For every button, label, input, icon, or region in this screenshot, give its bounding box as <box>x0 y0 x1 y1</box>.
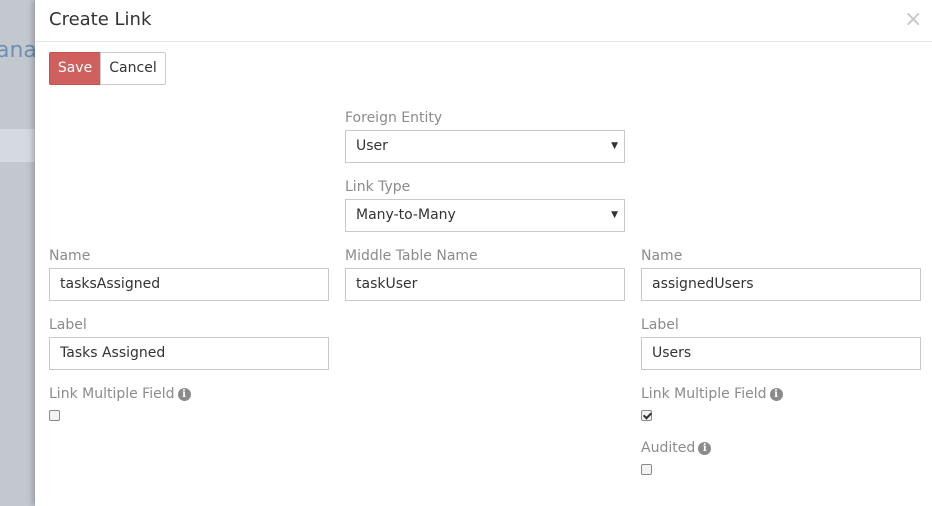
foreign-entity-label: Foreign Entity <box>345 110 443 126</box>
middle-table-input[interactable]: taskUser <box>345 268 625 301</box>
left-label-input[interactable]: Tasks Assigned <box>49 337 329 370</box>
info-icon[interactable]: i <box>698 442 712 455</box>
right-name-input[interactable]: assignedUsers <box>641 268 921 301</box>
close-icon[interactable]: × <box>904 9 922 31</box>
right-label-input[interactable]: Users <box>641 337 921 370</box>
info-icon[interactable]: i <box>769 388 783 401</box>
right-link-multiple-label: Link Multiple Field i <box>641 386 783 402</box>
create-link-modal: Create Link × Save Cancel Foreign Entity… <box>35 0 932 506</box>
foreign-entity-value: User <box>356 138 388 154</box>
chevron-down-icon: ▼ <box>611 141 618 151</box>
save-button[interactable]: Save <box>49 52 101 85</box>
audited-text: Audited <box>641 440 696 456</box>
right-name-label: Name <box>641 248 683 264</box>
left-link-multiple-label: Link Multiple Field i <box>49 386 191 402</box>
left-name-input[interactable]: tasksAssigned <box>49 268 329 301</box>
right-link-multiple-checkbox[interactable] <box>641 410 652 421</box>
modal-header: Create Link × <box>35 0 932 42</box>
right-label-label: Label <box>641 317 679 333</box>
left-label-label: Label <box>49 317 87 333</box>
info-icon[interactable]: i <box>177 388 191 401</box>
modal-title: Create Link <box>49 9 152 30</box>
link-type-select[interactable]: Many-to-Many ▼ <box>345 199 625 232</box>
left-link-multiple-checkbox[interactable] <box>49 410 60 421</box>
link-type-value: Many-to-Many <box>356 207 456 223</box>
middle-table-label: Middle Table Name <box>345 248 478 264</box>
audited-checkbox[interactable] <box>641 464 652 475</box>
cancel-button[interactable]: Cancel <box>100 52 166 85</box>
chevron-down-icon: ▼ <box>611 210 618 220</box>
left-link-multiple-text: Link Multiple Field <box>49 386 175 402</box>
right-link-multiple-text: Link Multiple Field <box>641 386 767 402</box>
audited-label: Audited i <box>641 440 712 456</box>
foreign-entity-select[interactable]: User ▼ <box>345 130 625 163</box>
link-type-label: Link Type <box>345 179 411 195</box>
left-name-label: Name <box>49 248 91 264</box>
background-list-row <box>0 129 36 162</box>
